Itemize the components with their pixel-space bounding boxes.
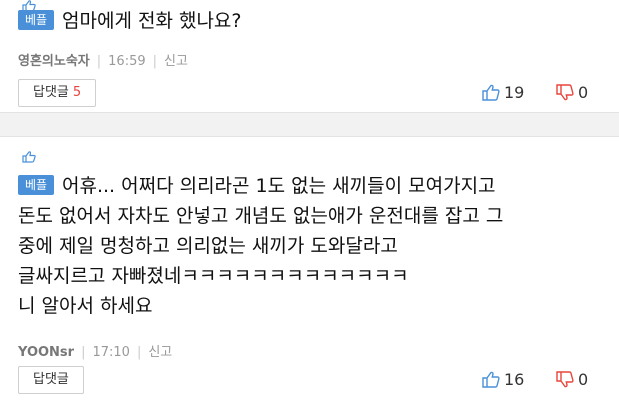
- comment-meta: YOONsr | 17:10 | 신고: [18, 341, 172, 360]
- like-count: 16: [504, 370, 525, 389]
- comment-meta: 영혼의노숙자 | 16:59 | 신고: [18, 50, 188, 69]
- dislike-button[interactable]: 0: [556, 370, 588, 389]
- author-name[interactable]: YOONsr: [18, 345, 74, 360]
- author-name[interactable]: 영혼의노숙자: [18, 54, 90, 69]
- meta-separator: |: [96, 54, 102, 69]
- comment-item: 베플 어휴... 어쩌다 의리라곤 1도 없는 새끼들이 모여가지고 돈도 없어…: [0, 137, 619, 412]
- like-button[interactable]: 19: [482, 83, 524, 102]
- dislike-count: 0: [578, 83, 589, 102]
- thumbs-up-icon: [482, 371, 500, 388]
- comment-time: 16:59: [108, 54, 146, 69]
- thumbs-down-icon: [556, 371, 574, 388]
- comment-time: 17:10: [92, 345, 130, 360]
- reply-button[interactable]: 답댓글: [18, 366, 84, 394]
- report-link[interactable]: 신고: [164, 54, 188, 69]
- best-badge: 베플: [18, 10, 54, 30]
- reply-count: 5: [72, 85, 82, 100]
- meta-separator: |: [81, 345, 86, 360]
- reply-label: 답댓글: [33, 372, 69, 387]
- best-thumb-icon: [22, 151, 36, 163]
- dislike-count: 0: [578, 370, 589, 389]
- comment-list: 베플 엄마에게 전화 했나요? 영혼의노숙자 | 16:59 | 신고 답댓글 5 19 …: [0, 0, 619, 412]
- comment-divider: [0, 112, 619, 137]
- meta-separator: |: [136, 345, 142, 360]
- comment-text: 엄마에게 전화 했나요?: [62, 10, 242, 32]
- like-button[interactable]: 16: [482, 370, 524, 389]
- report-link[interactable]: 신고: [148, 345, 172, 360]
- best-badge: 베플: [18, 175, 54, 195]
- thumbs-up-icon: [482, 84, 500, 101]
- like-count: 19: [504, 83, 525, 102]
- comment-item: 베플 엄마에게 전화 했나요? 영혼의노숙자 | 16:59 | 신고 답댓글 5 19 …: [0, 0, 619, 112]
- meta-separator: |: [152, 54, 158, 69]
- reply-button[interactable]: 답댓글 5: [18, 79, 97, 107]
- comment-text-first-line: 어휴... 어쩌다 의리라곤 1도 없는 새끼들이 모여가지고: [62, 175, 496, 197]
- comment-text: 돈도 없어서 자차도 안넣고 개념도 없는애가 운전대를 잡고 그 중에 제일 …: [18, 205, 504, 317]
- thumbs-down-icon: [556, 84, 574, 101]
- dislike-button[interactable]: 0: [556, 83, 588, 102]
- reply-label: 답댓글: [33, 85, 69, 100]
